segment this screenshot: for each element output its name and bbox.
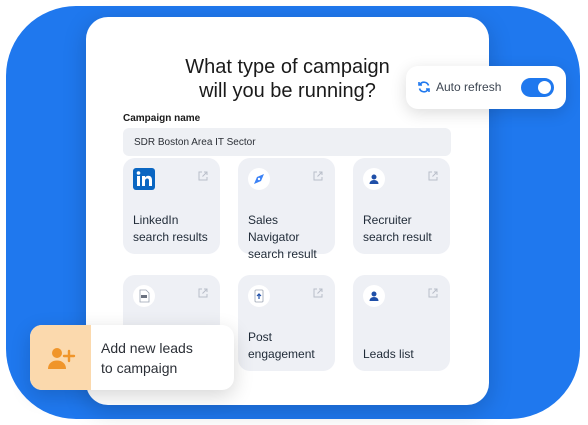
add-leads-label: Add new leads to campaign xyxy=(101,340,193,376)
tile-label: Post engagement xyxy=(248,330,315,361)
person-icon xyxy=(363,168,385,190)
person-icon xyxy=(363,285,385,307)
external-link-icon[interactable] xyxy=(313,288,323,298)
refresh-icon xyxy=(418,81,430,93)
auto-refresh-label: Auto refresh xyxy=(436,80,502,94)
tile-sales-navigator[interactable]: Sales Navigator search result xyxy=(238,158,335,261)
auto-refresh-toggle[interactable] xyxy=(521,78,554,97)
add-user-badge xyxy=(30,325,91,390)
csv-file-icon xyxy=(133,285,155,307)
linkedin-icon xyxy=(133,168,155,190)
tile-post-engagement[interactable]: Post engagement xyxy=(238,275,335,371)
add-leads-card[interactable]: Add new leads to campaign xyxy=(30,325,234,390)
post-upload-icon xyxy=(248,285,270,307)
external-link-icon[interactable] xyxy=(198,171,208,181)
tile-leads-list[interactable]: Leads list xyxy=(353,275,450,371)
campaign-name-label: Campaign name xyxy=(123,113,201,124)
tile-label: Recruiter search result xyxy=(363,213,432,244)
external-link-icon[interactable] xyxy=(313,171,323,181)
tile-label: LinkedIn search results xyxy=(133,213,208,244)
tile-recruiter-search[interactable]: Recruiter search result xyxy=(353,158,450,254)
add-user-icon xyxy=(47,347,75,369)
compass-icon xyxy=(248,168,270,190)
tile-label: Leads list xyxy=(363,347,414,361)
toggle-knob xyxy=(538,81,551,94)
external-link-icon[interactable] xyxy=(428,171,438,181)
campaign-name-input[interactable]: SDR Boston Area IT Sector xyxy=(123,128,451,156)
auto-refresh-card: Auto refresh xyxy=(406,66,566,109)
tile-linkedin-search[interactable]: LinkedIn search results xyxy=(123,158,220,254)
external-link-icon[interactable] xyxy=(198,288,208,298)
tile-label: Sales Navigator search result xyxy=(248,213,317,261)
external-link-icon[interactable] xyxy=(428,288,438,298)
